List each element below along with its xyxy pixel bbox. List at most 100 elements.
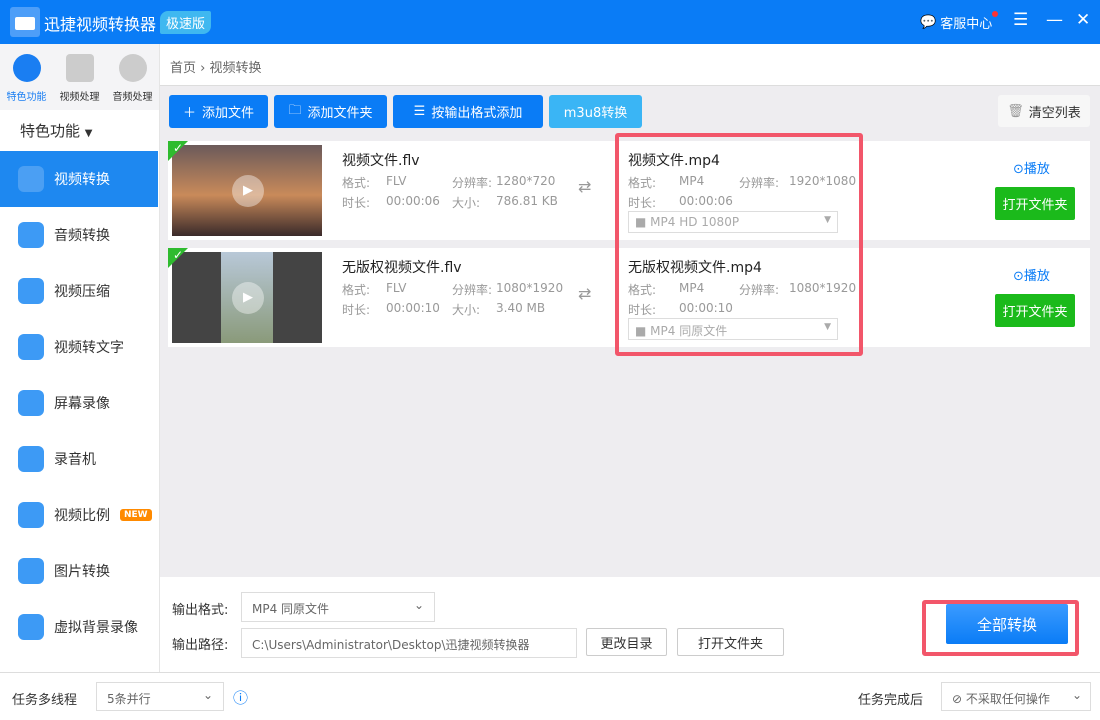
- duration-label: 时长:: [342, 303, 371, 317]
- breadcrumb-separator: ›: [200, 61, 206, 76]
- app-logo: [10, 7, 40, 37]
- threads-value: 5条并行: [107, 692, 151, 706]
- item-label: 音频转换: [54, 228, 110, 244]
- recorder-icon: [18, 446, 44, 472]
- edition-badge: 极速版: [160, 11, 212, 34]
- source-resolution: 1080*1920: [496, 281, 564, 295]
- sidebar-item-image-convert[interactable]: 图片转换: [0, 543, 159, 599]
- after-task-value: 不采取任何操作: [965, 692, 1050, 706]
- after-task-select[interactable]: ⊘ 不采取任何操作 ⌄: [941, 682, 1091, 711]
- threads-label: 任务多线程: [12, 693, 78, 708]
- source-duration: 00:00:06: [386, 194, 440, 208]
- sidebar-item-recorder[interactable]: 录音机: [0, 431, 159, 487]
- play-icon[interactable]: ▶: [232, 175, 264, 207]
- new-badge: NEW: [120, 509, 152, 521]
- cat-featured[interactable]: 特色功能: [1, 54, 53, 110]
- threads-select[interactable]: 5条并行 ⌄: [96, 682, 224, 711]
- duration-label: 时长:: [342, 196, 371, 210]
- format-label: 格式:: [342, 283, 371, 297]
- cat-label: 音频处理: [112, 92, 153, 103]
- chat-icon: 💬: [920, 15, 937, 30]
- sidebar-item-video-ratio[interactable]: 视频比例 NEW: [0, 487, 159, 543]
- sidebar-item-video-convert[interactable]: 视频转换: [0, 151, 158, 207]
- play-label: 播放: [1023, 162, 1050, 177]
- minimize-icon[interactable]: —: [1046, 10, 1063, 30]
- close-icon[interactable]: ✕: [1076, 10, 1090, 30]
- button-label: 添加文件夹: [307, 106, 373, 121]
- source-format: FLV: [386, 174, 407, 188]
- video-thumbnail[interactable]: ▶: [172, 252, 322, 343]
- open-output-folder-button[interactable]: 打开文件夹: [677, 628, 784, 656]
- virtual-bg-icon: [18, 614, 44, 640]
- breadcrumb-home[interactable]: 首页: [170, 61, 196, 76]
- ratio-icon: [18, 502, 44, 528]
- output-path-input[interactable]: C:\Users\Administrator\Desktop\迅捷视频转换器: [241, 628, 577, 658]
- plus-icon: ＋: [182, 106, 196, 121]
- item-label: 虚拟背景录像: [54, 620, 138, 636]
- sidebar-item-video-compress[interactable]: 视频压缩: [0, 263, 159, 319]
- star-icon: [12, 54, 41, 82]
- chevron-down-icon: ⌄: [202, 688, 213, 702]
- section-label: 特色功能: [20, 122, 81, 140]
- button-label: 清空列表: [1028, 105, 1081, 121]
- m3u8-button[interactable]: m3u8转换: [549, 95, 642, 128]
- film-icon: [65, 54, 94, 82]
- play-button[interactable]: ⊙播放: [1013, 265, 1050, 284]
- chevron-down-icon: ⌄: [1071, 688, 1082, 702]
- item-label: 视频转换: [54, 172, 110, 188]
- title-bar: 迅捷视频转换器 极速版 💬 客服中心 ☰ — ✕: [0, 0, 1100, 44]
- source-size: 3.40 MB: [496, 301, 546, 315]
- source-size: 786.81 KB: [496, 194, 558, 208]
- text-icon: [18, 334, 44, 360]
- open-folder-button[interactable]: 打开文件夹: [995, 187, 1075, 220]
- item-label: 视频压缩: [54, 284, 110, 300]
- screen-record-icon: [18, 390, 44, 416]
- video-thumbnail[interactable]: ▶: [172, 145, 322, 236]
- cat-video[interactable]: 视频处理: [54, 54, 106, 110]
- button-label: m3u8转换: [563, 106, 628, 121]
- play-circle-icon: ⊙: [1013, 162, 1024, 177]
- cat-label: 特色功能: [6, 92, 47, 103]
- clear-list-button[interactable]: 🗑 清空列表: [998, 95, 1090, 127]
- add-folder-button[interactable]: 🗀 添加文件夹: [274, 95, 387, 128]
- cat-label: 视频处理: [59, 92, 100, 103]
- output-format-label: 输出格式:: [172, 603, 229, 618]
- sidebar-item-video-to-text[interactable]: 视频转文字: [0, 319, 159, 375]
- notification-dot: [992, 11, 999, 17]
- change-directory-button[interactable]: 更改目录: [586, 628, 667, 656]
- customer-service-button[interactable]: 💬 客服中心: [920, 11, 999, 32]
- menu-icon[interactable]: ☰: [1013, 10, 1028, 30]
- section-dropdown[interactable]: 特色功能 ▼: [0, 110, 159, 151]
- forbidden-icon: ⊘: [952, 692, 963, 706]
- sidebar-item-virtual-bg[interactable]: 虚拟背景录像: [0, 599, 159, 655]
- info-icon[interactable]: ⓘ: [233, 687, 248, 708]
- app-title: 迅捷视频转换器: [44, 15, 157, 34]
- breadcrumb: 首页 › 视频转换: [160, 44, 1100, 86]
- item-label: 图片转换: [54, 564, 110, 580]
- cat-audio[interactable]: 音频处理: [107, 54, 159, 110]
- output-path-label: 输出路径:: [172, 638, 229, 653]
- caret-down-icon: ▼: [84, 128, 93, 139]
- highlight-box: [615, 133, 863, 356]
- output-format-select[interactable]: MP4 同原文件 ⌄: [241, 592, 435, 622]
- sidebar-item-audio-convert[interactable]: 音频转换: [0, 207, 159, 263]
- item-label: 视频比例: [54, 508, 110, 524]
- play-label: 播放: [1023, 269, 1050, 284]
- chevron-down-icon: ⌄: [413, 598, 424, 612]
- source-resolution: 1280*720: [496, 174, 556, 188]
- open-folder-button[interactable]: 打开文件夹: [995, 294, 1075, 327]
- play-icon[interactable]: ▶: [232, 282, 264, 314]
- breadcrumb-current: 视频转换: [209, 61, 262, 76]
- add-by-format-button[interactable]: ☰ 按输出格式添加: [393, 95, 543, 128]
- add-file-button[interactable]: ＋ 添加文件: [169, 95, 268, 128]
- format-label: 格式:: [342, 176, 371, 190]
- sidebar-item-screen-record[interactable]: 屏幕录像: [0, 375, 159, 431]
- item-label: 屏幕录像: [54, 396, 110, 412]
- music-icon: [118, 54, 147, 82]
- source-file-name: 视频文件.flv: [342, 153, 420, 169]
- video-convert-icon: [18, 166, 44, 192]
- play-circle-icon: ⊙: [1013, 269, 1024, 284]
- button-label: 按输出格式添加: [431, 106, 523, 121]
- sidebar: 特色功能 视频处理 音频处理 特色功能 ▼ 视频转换 音频转换 视频压缩 视频转…: [0, 44, 160, 672]
- play-button[interactable]: ⊙播放: [1013, 158, 1050, 177]
